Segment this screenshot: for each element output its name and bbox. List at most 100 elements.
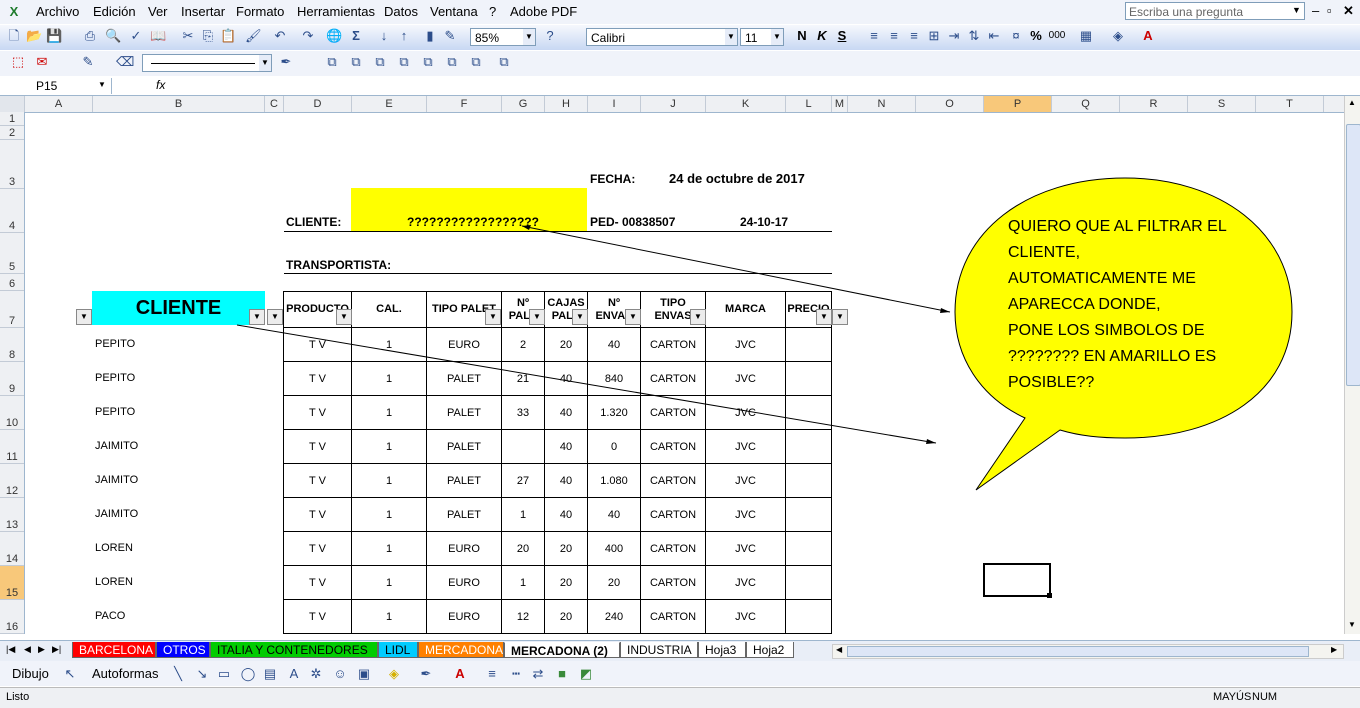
menu-ver[interactable]: Ver <box>148 4 168 19</box>
select-objects-icon[interactable]: ↖ <box>62 666 78 682</box>
next-sheet-icon[interactable]: ▶ <box>38 644 45 655</box>
text-direction-icon[interactable]: ⇅ <box>966 28 982 44</box>
align-right-icon[interactable]: ≡ <box>906 28 922 44</box>
row-header-12[interactable]: 12 <box>0 464 24 498</box>
column-header-d[interactable]: D <box>284 96 352 112</box>
horizontal-scrollbar[interactable]: ◀ ▶ <box>832 644 1344 659</box>
horizontal-scroll-thumb[interactable] <box>847 646 1309 657</box>
pdf-email-icon[interactable]: ✉ <box>34 54 50 70</box>
column-header-h[interactable]: H <box>545 96 588 112</box>
row-header-15[interactable]: 15 <box>0 566 24 600</box>
outdent-icon[interactable]: ⇤ <box>986 28 1002 44</box>
select-all-corner[interactable] <box>0 96 25 112</box>
edit-icon[interactable]: ✎ <box>80 54 96 70</box>
scroll-up-icon[interactable]: ▲ <box>1348 98 1356 107</box>
column-header-q[interactable]: Q <box>1052 96 1120 112</box>
zoom-select[interactable]: 85% ▼ <box>470 28 536 46</box>
column-header-f[interactable]: F <box>427 96 502 112</box>
paste-icon[interactable]: 📋 <box>220 28 236 44</box>
tab-mercadona[interactable]: MERCADONA <box>418 642 504 658</box>
undo-icon[interactable]: ↶ <box>272 28 288 44</box>
autosum-icon[interactable]: Σ <box>348 28 364 44</box>
percent-style-button[interactable]: % <box>1028 28 1044 44</box>
row-header-5[interactable]: 5 <box>0 233 24 274</box>
menu-archivo[interactable]: Archivo <box>36 4 79 19</box>
name-box[interactable]: P15 <box>2 78 112 94</box>
help-icon[interactable]: ? <box>542 28 558 44</box>
hyperlink-icon[interactable]: 🌐 <box>326 28 342 44</box>
menu-herramientas[interactable]: Herramientas <box>297 4 375 19</box>
font-size-select[interactable]: 11 ▼ <box>740 28 784 46</box>
row-header-4[interactable]: 4 <box>0 189 24 233</box>
menu-adobe-pdf[interactable]: Adobe PDF <box>510 4 577 19</box>
tab-hoja2[interactable]: Hoja2 <box>746 642 794 658</box>
column-header-a[interactable]: A <box>25 96 93 112</box>
scroll-down-icon[interactable]: ▼ <box>1348 620 1356 629</box>
tab-italia-y-contenedores[interactable]: ITALIA Y CONTENEDORES <box>210 642 378 658</box>
column-header-r[interactable]: R <box>1120 96 1188 112</box>
underline-icon[interactable]: S <box>834 28 850 44</box>
line-color-draw-icon[interactable]: ✒ <box>418 666 434 682</box>
minimize-icon[interactable]: – <box>1312 3 1319 18</box>
dash-style-icon[interactable]: ┅ <box>508 666 524 682</box>
column-header-n[interactable]: N <box>848 96 916 112</box>
rectangle-tool-icon[interactable]: ▭ <box>216 666 232 682</box>
formula-input[interactable] <box>172 78 1358 94</box>
sort-ascending-icon[interactable]: ↓ <box>376 28 392 44</box>
menu-edicion[interactable]: Edición <box>93 4 136 19</box>
thousands-separator-button[interactable]: 000 <box>1046 28 1068 44</box>
row-header-7[interactable]: 7 <box>0 291 24 328</box>
tab-hoja3[interactable]: Hoja3 <box>698 642 746 658</box>
column-header-j[interactable]: J <box>641 96 706 112</box>
column-header-s[interactable]: S <box>1188 96 1256 112</box>
bold-icon[interactable]: N <box>794 28 810 44</box>
column-header-b[interactable]: B <box>93 96 265 112</box>
align-center-icon[interactable]: ≡ <box>886 28 902 44</box>
last-sheet-icon[interactable]: ▶| <box>52 644 61 655</box>
vertical-scroll-thumb[interactable] <box>1346 124 1360 386</box>
3d-style-icon[interactable]: ◩ <box>578 666 594 682</box>
scroll-right-icon[interactable]: ▶ <box>1331 645 1337 654</box>
sort-descending-icon[interactable]: ↑ <box>396 28 412 44</box>
print-preview-icon[interactable]: 🔍 <box>105 28 121 44</box>
chevron-down-icon[interactable]: ▼ <box>98 80 106 89</box>
research-icon[interactable]: 📖 <box>150 28 166 44</box>
currency-icon[interactable]: ¤ <box>1008 28 1024 44</box>
column-header-c[interactable]: C <box>265 96 284 112</box>
chevron-down-icon[interactable]: ▼ <box>1292 5 1301 15</box>
row-header-8[interactable]: 8 <box>0 328 24 362</box>
column-header-l[interactable]: L <box>786 96 832 112</box>
column-header-i[interactable]: I <box>588 96 641 112</box>
row-header-9[interactable]: 9 <box>0 362 24 396</box>
new-file-icon[interactable]: 🗋 <box>6 28 22 44</box>
shape-tool-1-icon[interactable]: ⧉ <box>324 54 340 70</box>
shadow-style-icon[interactable]: ■ <box>554 666 570 682</box>
oval-tool-icon[interactable]: ◯ <box>240 666 256 682</box>
shape-tool-5-icon[interactable]: ⧉ <box>420 54 436 70</box>
autoshapes-menu-button[interactable]: Autoformas <box>92 666 158 681</box>
eraser-icon[interactable]: ⌫ <box>116 54 134 70</box>
row-header-16[interactable]: 16 <box>0 600 24 634</box>
tab-barcelona[interactable]: BARCELONA <box>72 642 156 658</box>
column-header-g[interactable]: G <box>502 96 545 112</box>
line-color-icon[interactable]: ✒ <box>278 54 294 70</box>
chart-wizard-icon[interactable]: ▮ <box>422 28 438 44</box>
row-header-1[interactable]: 1 <box>0 112 24 126</box>
scroll-left-icon[interactable]: ◀ <box>836 645 842 654</box>
arrow-style-icon[interactable]: ⇄ <box>530 666 546 682</box>
font-name-select[interactable]: Calibri ▼ <box>586 28 738 46</box>
menu-formato[interactable]: Formato <box>236 4 284 19</box>
menu-ventana[interactable]: Ventana <box>430 4 478 19</box>
ask-question-input[interactable]: Escriba una pregunta <box>1125 2 1305 20</box>
worksheet-grid[interactable]: FECHA: 24 de octubre de 2017 CLIENTE: ??… <box>25 112 1344 634</box>
row-header-14[interactable]: 14 <box>0 532 24 566</box>
menu-datos[interactable]: Datos <box>384 4 418 19</box>
shape-tool-4-icon[interactable]: ⧉ <box>396 54 412 70</box>
line-tool-icon[interactable]: ╲ <box>170 666 186 682</box>
wordart-icon[interactable]: A <box>286 666 302 682</box>
clipart-icon[interactable]: ☺ <box>332 666 348 682</box>
merge-center-icon[interactable]: ⊞ <box>926 28 942 44</box>
column-header-t[interactable]: T <box>1256 96 1324 112</box>
copy-icon[interactable]: ⎘ <box>200 28 216 44</box>
textbox-tool-icon[interactable]: ▤ <box>262 666 278 682</box>
